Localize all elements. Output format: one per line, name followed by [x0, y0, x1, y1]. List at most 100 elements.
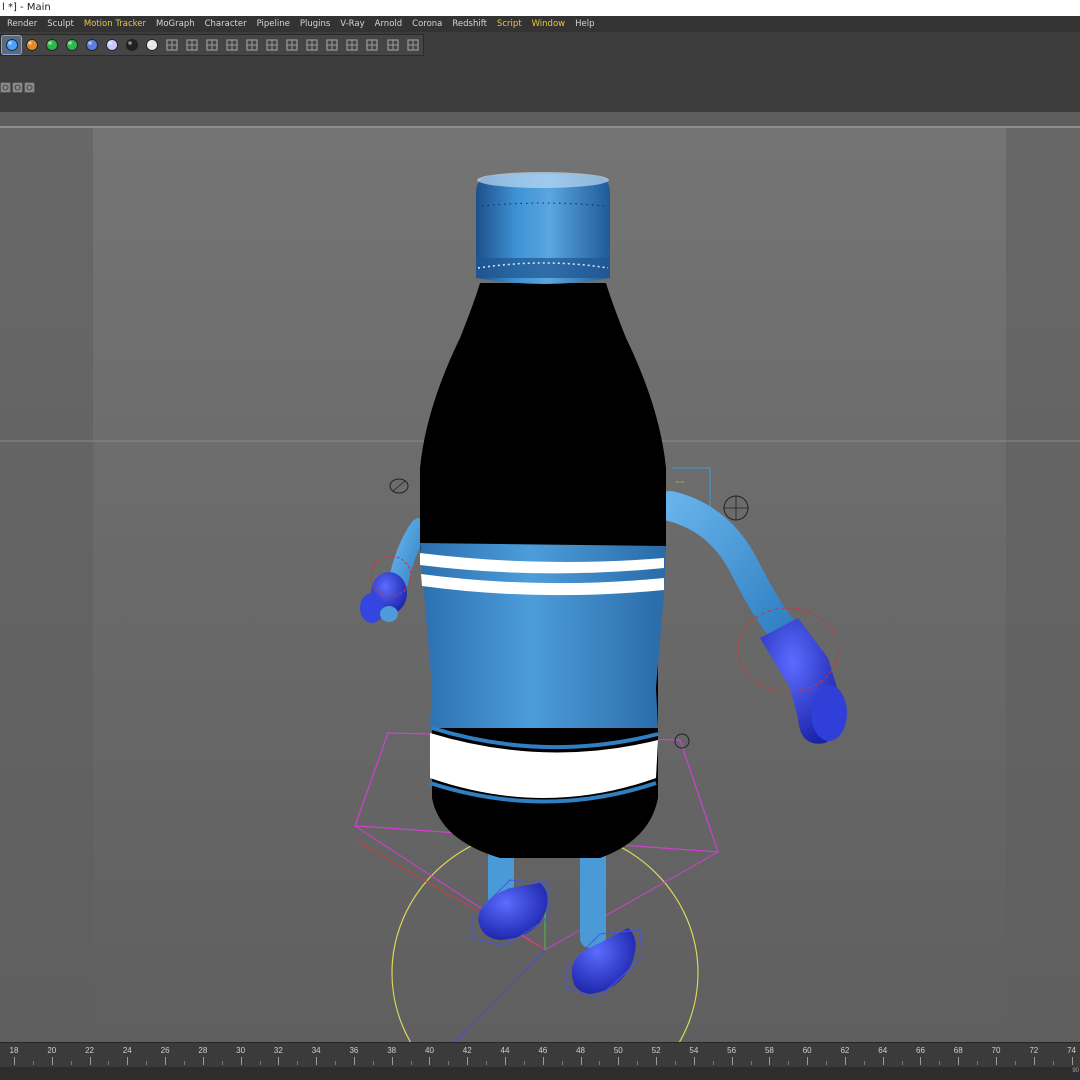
toolbar-area	[0, 32, 1080, 112]
timeline-minor-tick	[939, 1061, 941, 1065]
menu-bar: Render Sculpt Motion Tracker MoGraph Charact…	[0, 16, 1080, 32]
timeline-minor-tick	[486, 1061, 488, 1065]
timeline-minor-tick	[297, 1061, 299, 1065]
timeline-major-tick	[996, 1057, 998, 1065]
cap-top	[477, 172, 609, 188]
timeline-major-tick	[1033, 1057, 1035, 1065]
timeline-major-tick	[844, 1057, 846, 1065]
timeline-minor-tick	[108, 1061, 110, 1065]
menu-window[interactable]: Window	[527, 16, 571, 32]
timeline-tick-label: 68	[953, 1046, 963, 1055]
menu-corona[interactable]: Corona	[407, 16, 447, 32]
pen-icon[interactable]	[22, 36, 41, 54]
timeline-major-tick	[731, 1057, 733, 1065]
timeline-minor-tick	[826, 1061, 828, 1065]
polygon-icon[interactable]	[182, 36, 201, 54]
menu-mograph[interactable]: MoGraph	[151, 16, 200, 32]
timeline-strip[interactable]	[0, 1067, 1080, 1080]
timeline-tick-label: 70	[991, 1046, 1001, 1055]
timeline-major-tick	[769, 1057, 771, 1065]
floor-icon[interactable]	[102, 36, 121, 54]
mesh-grid-icon[interactable]	[403, 36, 422, 54]
joint-icon[interactable]	[202, 36, 221, 54]
main-toolbar	[0, 34, 424, 56]
timeline-major-tick	[542, 1057, 544, 1065]
timeline-major-tick	[656, 1057, 658, 1065]
timeline-major-tick	[693, 1057, 695, 1065]
window-title: l *] - Main	[0, 0, 1080, 16]
menu-render[interactable]: Render	[2, 16, 42, 32]
timeline-major-tick	[1071, 1057, 1073, 1065]
menu-arnold[interactable]: Arnold	[370, 16, 408, 32]
subdivision-icon[interactable]	[42, 36, 61, 54]
ik-icon[interactable]	[223, 36, 242, 54]
array-grid-icon[interactable]	[383, 36, 402, 54]
lattice-icon[interactable]	[343, 36, 362, 54]
timeline-major-tick	[807, 1057, 809, 1065]
timeline-minor-tick	[221, 1061, 223, 1065]
timeline-major-tick	[127, 1057, 129, 1065]
menu-script[interactable]: Script	[492, 16, 527, 32]
grid-icon[interactable]	[162, 36, 181, 54]
cube-icon[interactable]	[0, 35, 23, 55]
timeline-tick-label: 42	[462, 1046, 472, 1055]
timeline-minor-tick	[712, 1061, 714, 1065]
timeline-minor-tick	[183, 1061, 185, 1065]
timeline-tick-label: 18	[9, 1046, 19, 1055]
camera-icon[interactable]	[122, 36, 141, 54]
timeline-tick-label: 20	[47, 1046, 57, 1055]
panel-separator	[0, 112, 1080, 127]
timeline-tick-label: 40	[425, 1046, 434, 1055]
timeline-tick-label: 46	[538, 1046, 548, 1055]
timeline-minor-tick	[901, 1061, 903, 1065]
timeline-tick-label: 54	[689, 1046, 699, 1055]
timeline-major-tick	[165, 1057, 167, 1065]
right-glove-thumb	[811, 685, 847, 741]
light-icon[interactable]	[142, 36, 161, 54]
timeline-minor-tick	[599, 1061, 601, 1065]
snap-icon[interactable]	[0, 81, 11, 93]
viewport-canvas[interactable]: ~~	[0, 128, 1080, 1042]
array-icon[interactable]	[323, 36, 342, 54]
timeline-tick-label: 64	[878, 1046, 888, 1055]
timeline-tick-label: 48	[576, 1046, 585, 1055]
timeline-major-tick	[429, 1057, 431, 1065]
menu-pipeline[interactable]: Pipeline	[252, 16, 295, 32]
timeline-minor-tick	[863, 1061, 865, 1065]
weight-icon[interactable]	[263, 36, 282, 54]
menu-sculpt[interactable]: Sculpt	[42, 16, 79, 32]
menu-redshift[interactable]: Redshift	[447, 16, 492, 32]
timeline-major-tick	[14, 1057, 15, 1065]
lock-icon[interactable]	[12, 81, 23, 93]
mesh-icon[interactable]	[303, 36, 322, 54]
timeline-tick-label: 32	[273, 1046, 283, 1055]
menu-motion-tracker[interactable]: Motion Tracker	[79, 16, 151, 32]
settings-icon[interactable]	[24, 81, 35, 93]
timeline-minor-tick	[1052, 1061, 1054, 1065]
timeline-major-tick	[580, 1057, 582, 1065]
bone-icon[interactable]	[243, 36, 262, 54]
cloner-icon[interactable]	[62, 36, 81, 54]
matrix-icon[interactable]	[363, 36, 382, 54]
menu-help[interactable]: Help	[570, 16, 599, 32]
menu-plugins[interactable]: Plugins	[295, 16, 335, 32]
timeline-minor-tick	[637, 1061, 639, 1065]
timeline-minor-tick	[32, 1061, 34, 1065]
3d-viewport[interactable]: ~~	[0, 128, 1080, 1042]
timeline-major-tick	[958, 1057, 960, 1065]
timeline-ruler[interactable]: 18 20 22 24 26 28 30 32 34 36 38 40 42 44 46 48 50 52 54 56…	[0, 1043, 1080, 1067]
timeline-minor-tick	[410, 1061, 412, 1065]
deformer-icon[interactable]	[82, 36, 101, 54]
timeline-minor-tick	[523, 1061, 525, 1065]
safe-frame-right	[1006, 128, 1080, 1042]
timeline[interactable]: 18 20 22 24 26 28 30 32 34 36 38 40 42 44 46 48 50 52 54 56…	[0, 1042, 1080, 1080]
timeline-tick-label: 28	[198, 1046, 208, 1055]
menu-character[interactable]: Character	[200, 16, 252, 32]
menu-v-ray[interactable]: V-Ray	[335, 16, 369, 32]
safe-frame-left	[0, 128, 93, 1042]
timeline-minor-tick	[788, 1061, 790, 1065]
timeline-minor-tick	[448, 1061, 450, 1065]
skin-icon[interactable]	[283, 36, 302, 54]
left-glove-thumb	[360, 593, 384, 623]
timeline-major-tick	[882, 1057, 884, 1065]
